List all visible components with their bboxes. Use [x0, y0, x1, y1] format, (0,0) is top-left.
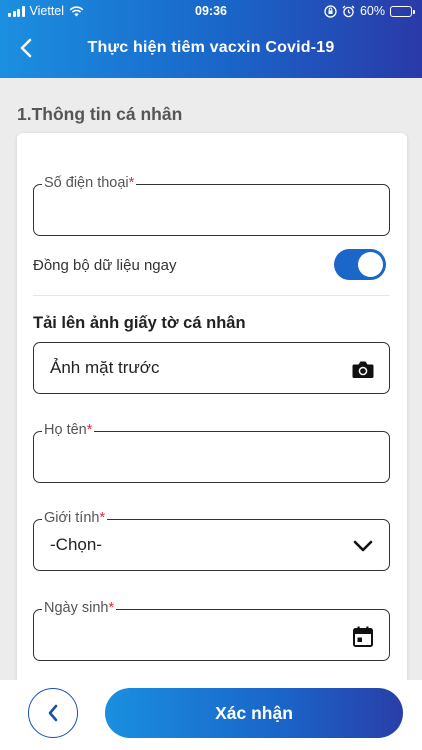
rotation-lock-icon	[324, 4, 337, 18]
battery-percent: 60%	[359, 4, 385, 18]
birthday-field[interactable]: Ngày sinh*	[33, 600, 390, 661]
app-header: Viettel 09:36 60% Thực hiện tiêm vacxin …	[0, 0, 422, 78]
birthday-label: Ngày sinh*	[42, 600, 117, 616]
sync-row: Đồng bộ dữ liệu ngay	[33, 249, 390, 283]
personal-info-card: Số điện thoại* Đồng bộ dữ liệu ngay Tải …	[17, 133, 407, 733]
battery-icon	[390, 5, 415, 17]
gender-select[interactable]: Giới tính* -Chọn-	[33, 510, 390, 571]
confirm-button[interactable]: Xác nhận	[105, 688, 403, 738]
calendar-icon[interactable]	[351, 624, 375, 648]
phone-label: Số điện thoại*	[42, 175, 137, 191]
gender-label: Giới tính*	[42, 510, 108, 526]
chevron-left-icon	[48, 704, 58, 722]
phone-field[interactable]: Số điện thoại*	[33, 175, 390, 236]
front-photo-label: Ảnh mặt trước	[50, 358, 160, 377]
toggle-knob	[358, 252, 383, 277]
page-title: Thực hiện tiêm vacxin Covid-19	[87, 39, 335, 56]
status-bar: Viettel 09:36 60%	[0, 0, 422, 22]
front-photo-field[interactable]: Ảnh mặt trước	[33, 342, 390, 394]
nav-bar: Thực hiện tiêm vacxin Covid-19	[0, 28, 422, 68]
gender-value: -Chọn-	[50, 535, 102, 554]
camera-icon[interactable]	[351, 357, 375, 381]
full-name-field[interactable]: Họ tên*	[33, 422, 390, 483]
upload-title: Tải lên ảnh giấy tờ cá nhân	[33, 314, 246, 332]
section-title: 1.Thông tin cá nhân	[17, 104, 183, 124]
alarm-icon	[342, 5, 355, 17]
previous-button[interactable]	[28, 688, 78, 738]
sync-toggle[interactable]	[334, 249, 386, 280]
chevron-down-icon	[351, 534, 375, 558]
full-name-label: Họ tên*	[42, 422, 95, 438]
sync-label: Đồng bộ dữ liệu ngay	[33, 257, 177, 274]
divider	[33, 295, 390, 296]
bottom-action-bar: Xác nhận	[0, 680, 422, 750]
